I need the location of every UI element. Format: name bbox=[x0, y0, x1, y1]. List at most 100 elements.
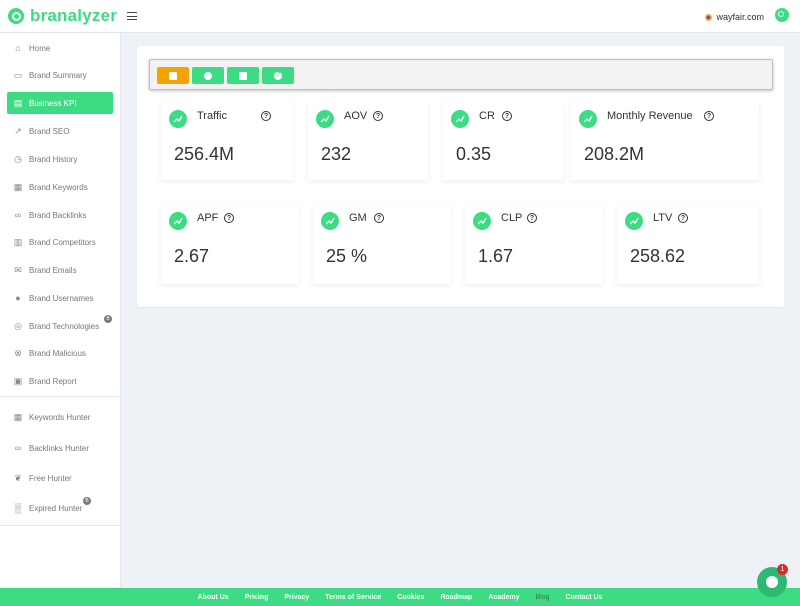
kpi-value: 1.67 bbox=[478, 246, 514, 266]
malicious-icon: ⊗ bbox=[14, 347, 22, 358]
sidebar-item-business-kpi[interactable]: ▤ Business KPI bbox=[7, 92, 113, 114]
kpi-monthly-revenue: Monthly Revenue ? 208.2M bbox=[571, 101, 759, 180]
footer-link-terms[interactable]: Terms of Service bbox=[325, 594, 381, 601]
kpi-card: Traffic ? 256.4M AOV ? 232 CR ? 0.35 Mon… bbox=[137, 46, 784, 307]
footer-link-contact[interactable]: Contact Us bbox=[566, 594, 603, 601]
kpi-value: 0.35 bbox=[456, 144, 492, 164]
trend-icon bbox=[169, 212, 187, 230]
comment-button[interactable] bbox=[227, 67, 259, 84]
sidebar-item-label: Brand Malicious bbox=[29, 348, 86, 358]
tech-badge: B bbox=[104, 315, 112, 323]
footer-link-privacy[interactable]: Privacy bbox=[284, 594, 309, 601]
summary-icon: ▭ bbox=[13, 69, 23, 80]
question-icon bbox=[274, 71, 282, 80]
help-button[interactable] bbox=[262, 67, 294, 84]
sidebar-item-label: Keywords Hunter bbox=[29, 412, 91, 422]
sidebar-item-home[interactable]: ⌂ Home bbox=[7, 37, 113, 59]
kpi-label: APF bbox=[197, 212, 219, 224]
sidebar-item-brand-history[interactable]: ◷ Brand History bbox=[7, 148, 113, 170]
calendar-icon bbox=[169, 71, 177, 80]
sidebar-divider bbox=[0, 396, 121, 397]
kpi-traffic: Traffic ? 256.4M bbox=[161, 101, 293, 180]
mail-icon: ✉ bbox=[14, 264, 22, 275]
sidebar-item-brand-emails[interactable]: ✉ Brand Emails bbox=[7, 259, 113, 281]
chat-badge: 1 bbox=[777, 564, 788, 575]
sidebar-item-brand-competitors[interactable]: ▥ Brand Competitors bbox=[7, 231, 113, 253]
footer-link-about[interactable]: About Us bbox=[198, 594, 229, 601]
user-icon: ● bbox=[15, 292, 21, 303]
kpi-value: 232 bbox=[321, 144, 352, 164]
help-icon[interactable]: ? bbox=[224, 213, 234, 223]
domain-indicator[interactable]: wayfair.com bbox=[705, 12, 764, 22]
sidebar-item-brand-malicious[interactable]: ⊗ Brand Malicious bbox=[7, 342, 113, 364]
sidebar-item-brand-usernames[interactable]: ● Brand Usernames bbox=[7, 287, 113, 309]
kpi-value: 258.62 bbox=[630, 246, 686, 266]
help-icon[interactable]: ? bbox=[704, 111, 714, 121]
sidebar-item-brand-backlinks[interactable]: ∞ Brand Backlinks bbox=[7, 204, 113, 226]
user-avatar-icon[interactable] bbox=[775, 8, 789, 22]
kpi-label: AOV bbox=[344, 110, 368, 122]
sidebar-item-label: Brand Competitors bbox=[29, 237, 96, 247]
sidebar-item-label: Brand Emails bbox=[29, 265, 77, 275]
sidebar-item-label: Brand History bbox=[29, 154, 78, 164]
sidebar: ⌂ Home ▭ Brand Summary ▤ Business KPI ↗ … bbox=[0, 33, 121, 588]
trend-icon bbox=[579, 110, 597, 128]
sidebar-item-expired-hunter[interactable]: ▒ Expired Hunter B bbox=[7, 497, 113, 519]
kpi-value: 256.4M bbox=[174, 144, 235, 164]
footer-link-roadmap[interactable]: Roadmap bbox=[440, 594, 472, 601]
sidebar-item-label: Brand Technologies bbox=[29, 321, 100, 331]
seo-icon: ↗ bbox=[14, 125, 22, 136]
kpi-label: CLP bbox=[501, 212, 523, 224]
chart-icon: ▤ bbox=[13, 97, 23, 108]
help-icon[interactable]: ? bbox=[373, 111, 383, 121]
sidebar-item-free-hunter[interactable]: ❦ Free Hunter bbox=[7, 467, 113, 489]
brand-logo[interactable]: branalyzer bbox=[8, 6, 117, 26]
kpi-clp: CLP ? 1.67 bbox=[465, 203, 603, 284]
footer-link-pricing[interactable]: Pricing bbox=[245, 594, 269, 601]
sidebar-item-brand-technologies[interactable]: ◎ Brand Technologies B bbox=[7, 315, 113, 337]
sidebar-item-label: Backlinks Hunter bbox=[29, 443, 90, 453]
expired-badge: B bbox=[83, 497, 91, 505]
calendar-button[interactable] bbox=[157, 67, 189, 84]
trend-icon bbox=[321, 212, 339, 230]
help-icon[interactable]: ? bbox=[502, 111, 512, 121]
kpi-label: CR bbox=[479, 110, 495, 122]
kpi-value: 208.2M bbox=[584, 144, 645, 164]
help-icon[interactable]: ? bbox=[261, 111, 271, 121]
link-icon: ∞ bbox=[14, 209, 22, 220]
comment-icon bbox=[239, 71, 247, 80]
trend-icon bbox=[316, 110, 334, 128]
sidebar-item-label: Brand Usernames bbox=[29, 293, 94, 303]
footer-link-blog[interactable]: Blog bbox=[535, 594, 549, 601]
sidebar-item-label: Brand Report bbox=[29, 376, 77, 386]
info-button[interactable] bbox=[192, 67, 224, 84]
expired-icon: ▒ bbox=[14, 502, 22, 513]
trend-icon bbox=[169, 110, 187, 128]
hamburger-menu-icon[interactable] bbox=[127, 12, 137, 20]
sidebar-item-brand-seo[interactable]: ↗ Brand SEO bbox=[7, 120, 113, 142]
domain-text: wayfair.com bbox=[716, 12, 764, 22]
sidebar-item-label: Brand Backlinks bbox=[29, 210, 87, 220]
footer-link-academy[interactable]: Academy bbox=[488, 594, 519, 601]
help-icon[interactable]: ? bbox=[374, 213, 384, 223]
tech-icon: ◎ bbox=[14, 320, 22, 331]
kpi-ltv: LTV ? 258.62 bbox=[617, 203, 759, 284]
sidebar-item-brand-report[interactable]: ▣ Brand Report bbox=[7, 370, 113, 392]
sidebar-item-keywords-hunter[interactable]: ▦ Keywords Hunter bbox=[7, 406, 113, 428]
kpi-cr: CR ? 0.35 bbox=[443, 101, 563, 180]
help-icon[interactable]: ? bbox=[678, 213, 688, 223]
sidebar-item-brand-keywords[interactable]: ▦ Brand Keywords bbox=[7, 176, 113, 198]
brand-name: branalyzer bbox=[30, 6, 118, 25]
sidebar-item-backlinks-hunter[interactable]: ∞ Backlinks Hunter bbox=[7, 437, 113, 459]
footer: About Us Pricing Privacy Terms of Servic… bbox=[0, 588, 800, 606]
brand-logo-icon bbox=[8, 8, 24, 24]
help-icon[interactable]: ? bbox=[527, 213, 537, 223]
footer-link-cookies[interactable]: Cookies bbox=[397, 594, 424, 601]
kpi-toolbar bbox=[149, 59, 773, 90]
link-icon: ∞ bbox=[14, 442, 22, 453]
trend-icon bbox=[451, 110, 469, 128]
kpi-label: LTV bbox=[653, 212, 673, 224]
building-icon: ▥ bbox=[13, 236, 23, 247]
sidebar-item-brand-summary[interactable]: ▭ Brand Summary bbox=[7, 64, 113, 86]
kpi-aov: AOV ? 232 bbox=[308, 101, 428, 180]
